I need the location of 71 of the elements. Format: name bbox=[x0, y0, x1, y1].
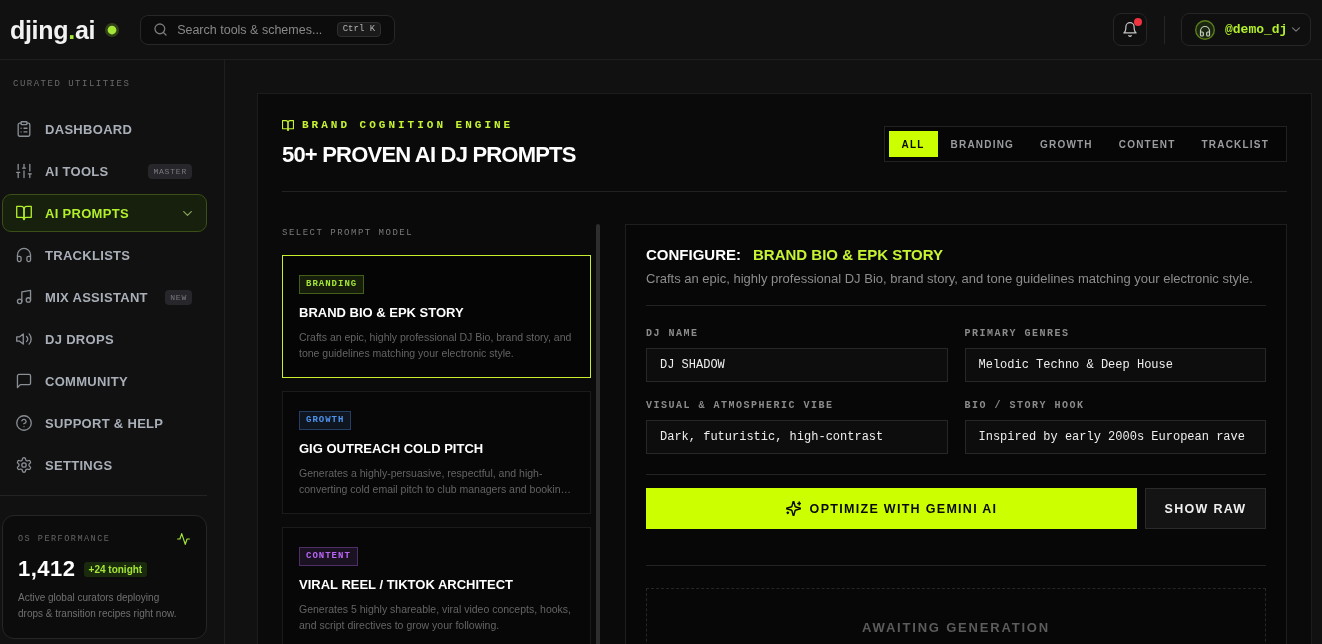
open-book-icon bbox=[282, 119, 294, 131]
config-description: Crafts an epic, highly professional DJ Bio, brand story, and tone guidelines matching your electronic style. bbox=[646, 270, 1254, 288]
config-label: CONFIGURE: bbox=[646, 245, 741, 265]
prompt-title: VIRAL REEL / TIKTOK ARCHITECT bbox=[299, 577, 515, 592]
filter-tab[interactable]: CONTENT bbox=[1105, 131, 1189, 157]
prompt-title: BRAND BIO & EPK STORY bbox=[299, 305, 465, 320]
filter-tab[interactable]: BRANDING bbox=[937, 131, 1028, 157]
category-tag: GROWTH bbox=[299, 411, 352, 430]
sliders-icon bbox=[16, 163, 32, 179]
text-field[interactable]: Dark, futuristic, high-contrast bbox=[646, 420, 948, 454]
prompt-description: Generates 5 highly shareable, viral video concepts, hooks, and script directives to grow your following. bbox=[299, 602, 572, 633]
search-icon bbox=[154, 22, 168, 36]
headphones-icon bbox=[1195, 19, 1215, 40]
user-menu-button[interactable]: @demo_dj bbox=[1181, 13, 1311, 46]
stats-delta: +24 tonight bbox=[83, 561, 148, 577]
nav-item[interactable]: DJ DROPS bbox=[2, 320, 207, 358]
stats-description: Active global curators deploying drops & transition recipes right now. bbox=[18, 591, 178, 621]
page-title: 50+ PROVEN AI DJ PROMPTS bbox=[282, 142, 576, 168]
prompt-title: GIG OUTREACH COLD PITCH bbox=[299, 441, 485, 456]
show-raw-button[interactable]: SHOW RAW bbox=[1145, 488, 1266, 529]
nav-item[interactable]: AI TOOLS MASTER bbox=[2, 152, 207, 190]
open-book-icon bbox=[16, 205, 32, 221]
stats-label: OS PERFORMANCE bbox=[18, 534, 111, 544]
nav-item-tag: NEW bbox=[165, 289, 192, 305]
prompt-card[interactable]: CONTENT VIRAL REEL / TIKTOK ARCHITECT Generates 5 highly shareable, viral video concepts, hooks, and script directives to grow your following. bbox=[282, 527, 591, 644]
field-label: DJ NAME bbox=[646, 328, 700, 340]
help-icon bbox=[16, 415, 32, 431]
prompt-description: Crafts an epic, highly professional DJ Bio, brand story, and tone guidelines matching your electronic style. bbox=[299, 330, 573, 361]
nav-item[interactable]: DASHBOARD bbox=[2, 110, 207, 148]
clipboard-icon bbox=[16, 121, 32, 137]
prompt-description: Generates a highly-persuasive, respectful, and high-converting cold email pitch to club managers and bookin… bbox=[299, 466, 572, 497]
nav-item[interactable]: SETTINGS bbox=[2, 446, 207, 484]
music-note-icon bbox=[16, 289, 32, 305]
chat-bubble-icon bbox=[16, 373, 32, 389]
prompt-card[interactable]: GROWTH GIG OUTREACH COLD PITCH Generates a highly-persuasive, respectful, and high-converting cold email pitch to club managers and bookin… bbox=[282, 391, 591, 514]
output-status: AWAITING GENERATION bbox=[861, 620, 1051, 635]
settings-icon bbox=[16, 457, 32, 473]
field-label: BIO / STORY HOOK bbox=[964, 400, 1086, 412]
chevron-down-icon bbox=[183, 210, 192, 216]
pulse-icon bbox=[177, 533, 190, 545]
filter-tab[interactable]: ALL bbox=[888, 131, 938, 157]
category-tag: CONTENT bbox=[299, 547, 358, 566]
nav-item[interactable]: COMMUNITY bbox=[2, 362, 207, 400]
sparkles-icon bbox=[785, 501, 801, 516]
field-label: VISUAL & ATMOSPHERIC VIBE bbox=[646, 400, 835, 412]
category-tag: BRANDING bbox=[299, 275, 365, 294]
section-label: CURATED UTILITIES bbox=[13, 78, 132, 90]
bell-icon bbox=[1123, 22, 1137, 37]
nav-item-tag: MASTER bbox=[148, 163, 192, 179]
eyebrow-label: BRAND COGNITION ENGINE bbox=[302, 119, 514, 131]
text-field[interactable]: DJ SHADOW bbox=[646, 348, 948, 382]
optimize-button[interactable]: OPTIMIZE WITH GEMINI AI bbox=[646, 488, 1137, 529]
notifications-button[interactable] bbox=[1113, 13, 1147, 46]
list-label: SELECT PROMPT MODEL bbox=[282, 227, 415, 239]
filter-tab[interactable]: TRACKLIST bbox=[1188, 131, 1282, 157]
field-label: PRIMARY GENRES bbox=[964, 328, 1071, 340]
speaker-icon bbox=[16, 331, 32, 347]
nav-item[interactable]: TRACKLISTS bbox=[2, 236, 207, 274]
text-field[interactable]: Melodic Techno & Deep House bbox=[964, 348, 1266, 382]
headphones-icon bbox=[16, 247, 32, 263]
config-title: BRAND BIO & EPK STORY bbox=[753, 245, 944, 265]
text-field[interactable]: Inspired by early 2000s European rave bbox=[964, 420, 1266, 454]
nav-item[interactable]: MIX ASSISTANT NEW bbox=[2, 278, 207, 316]
nav-item[interactable]: AI PROMPTS bbox=[2, 194, 207, 232]
prompt-card[interactable]: BRANDING BRAND BIO & EPK STORY Crafts an epic, highly professional DJ Bio, brand story, and tone guidelines matching your electronic style. bbox=[282, 255, 591, 378]
scrollbar-thumb[interactable] bbox=[596, 224, 600, 644]
nav-item[interactable]: SUPPORT & HELP bbox=[2, 404, 207, 442]
filter-tab[interactable]: GROWTH bbox=[1027, 131, 1106, 157]
logo[interactable]: djing.ai bbox=[10, 14, 96, 45]
stats-value: 1,412 bbox=[18, 557, 76, 581]
chevron-down-icon bbox=[1292, 27, 1300, 32]
